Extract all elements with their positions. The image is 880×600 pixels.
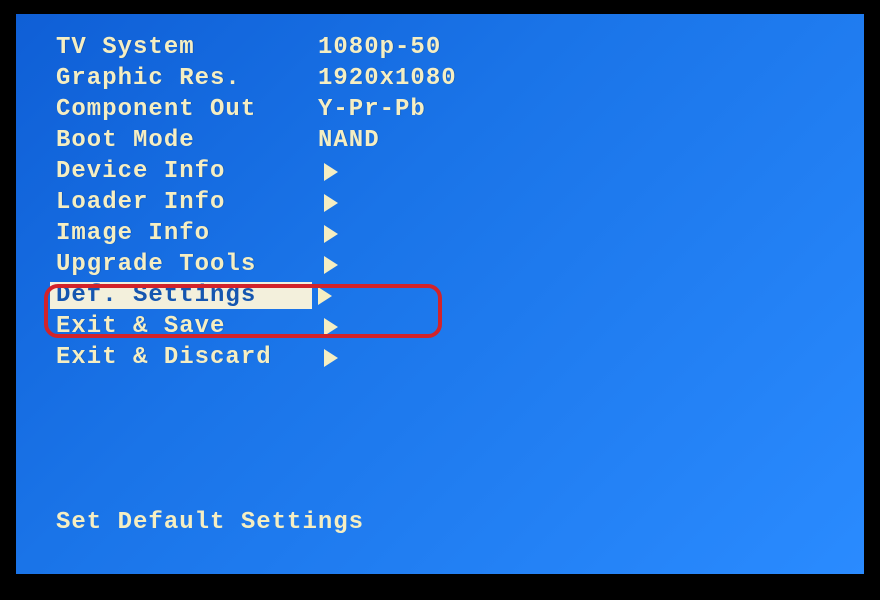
menu-item-upgrade-tools[interactable]: Upgrade Tools xyxy=(56,249,864,280)
menu-label: Exit & Discard xyxy=(56,344,318,371)
menu-label: Image Info xyxy=(56,220,318,247)
menu-value: NAND xyxy=(318,127,380,154)
menu-item-exit-save[interactable]: Exit & Save xyxy=(56,311,864,342)
menu-item-boot-mode[interactable]: Boot Mode NAND xyxy=(56,125,864,156)
submenu-arrow-icon xyxy=(324,194,338,212)
menu-label: Graphic Res. xyxy=(56,65,318,92)
menu-item-graphic-res[interactable]: Graphic Res. 1920x1080 xyxy=(56,63,864,94)
menu-label: Component Out xyxy=(56,96,318,123)
menu-item-component-out[interactable]: Component Out Y-Pr-Pb xyxy=(56,94,864,125)
menu-label: Exit & Save xyxy=(56,313,318,340)
menu-label: Upgrade Tools xyxy=(56,251,318,278)
submenu-arrow-icon xyxy=(324,349,338,367)
submenu-arrow-icon xyxy=(324,163,338,181)
menu-item-def-settings[interactable]: Def. Settings xyxy=(56,280,864,311)
menu-value: 1080p-50 xyxy=(318,34,441,61)
submenu-arrow-icon xyxy=(324,318,338,336)
menu-item-image-info[interactable]: Image Info xyxy=(56,218,864,249)
menu-item-exit-discard[interactable]: Exit & Discard xyxy=(56,342,864,373)
status-text: Set Default Settings xyxy=(56,509,364,536)
menu-label: Boot Mode xyxy=(56,127,318,154)
menu-label: Loader Info xyxy=(56,189,318,216)
submenu-arrow-icon xyxy=(324,225,338,243)
menu-value: 1920x1080 xyxy=(318,65,457,92)
menu-item-loader-info[interactable]: Loader Info xyxy=(56,187,864,218)
menu-item-tv-system[interactable]: TV System 1080p-50 xyxy=(56,32,864,63)
menu-value: Y-Pr-Pb xyxy=(318,96,426,123)
submenu-arrow-icon xyxy=(318,287,332,305)
menu-item-device-info[interactable]: Device Info xyxy=(56,156,864,187)
bios-screen: TV System 1080p-50 Graphic Res. 1920x108… xyxy=(16,14,864,574)
submenu-arrow-icon xyxy=(324,256,338,274)
menu-label: Def. Settings xyxy=(50,282,312,309)
menu-label: TV System xyxy=(56,34,318,61)
menu-label: Device Info xyxy=(56,158,318,185)
